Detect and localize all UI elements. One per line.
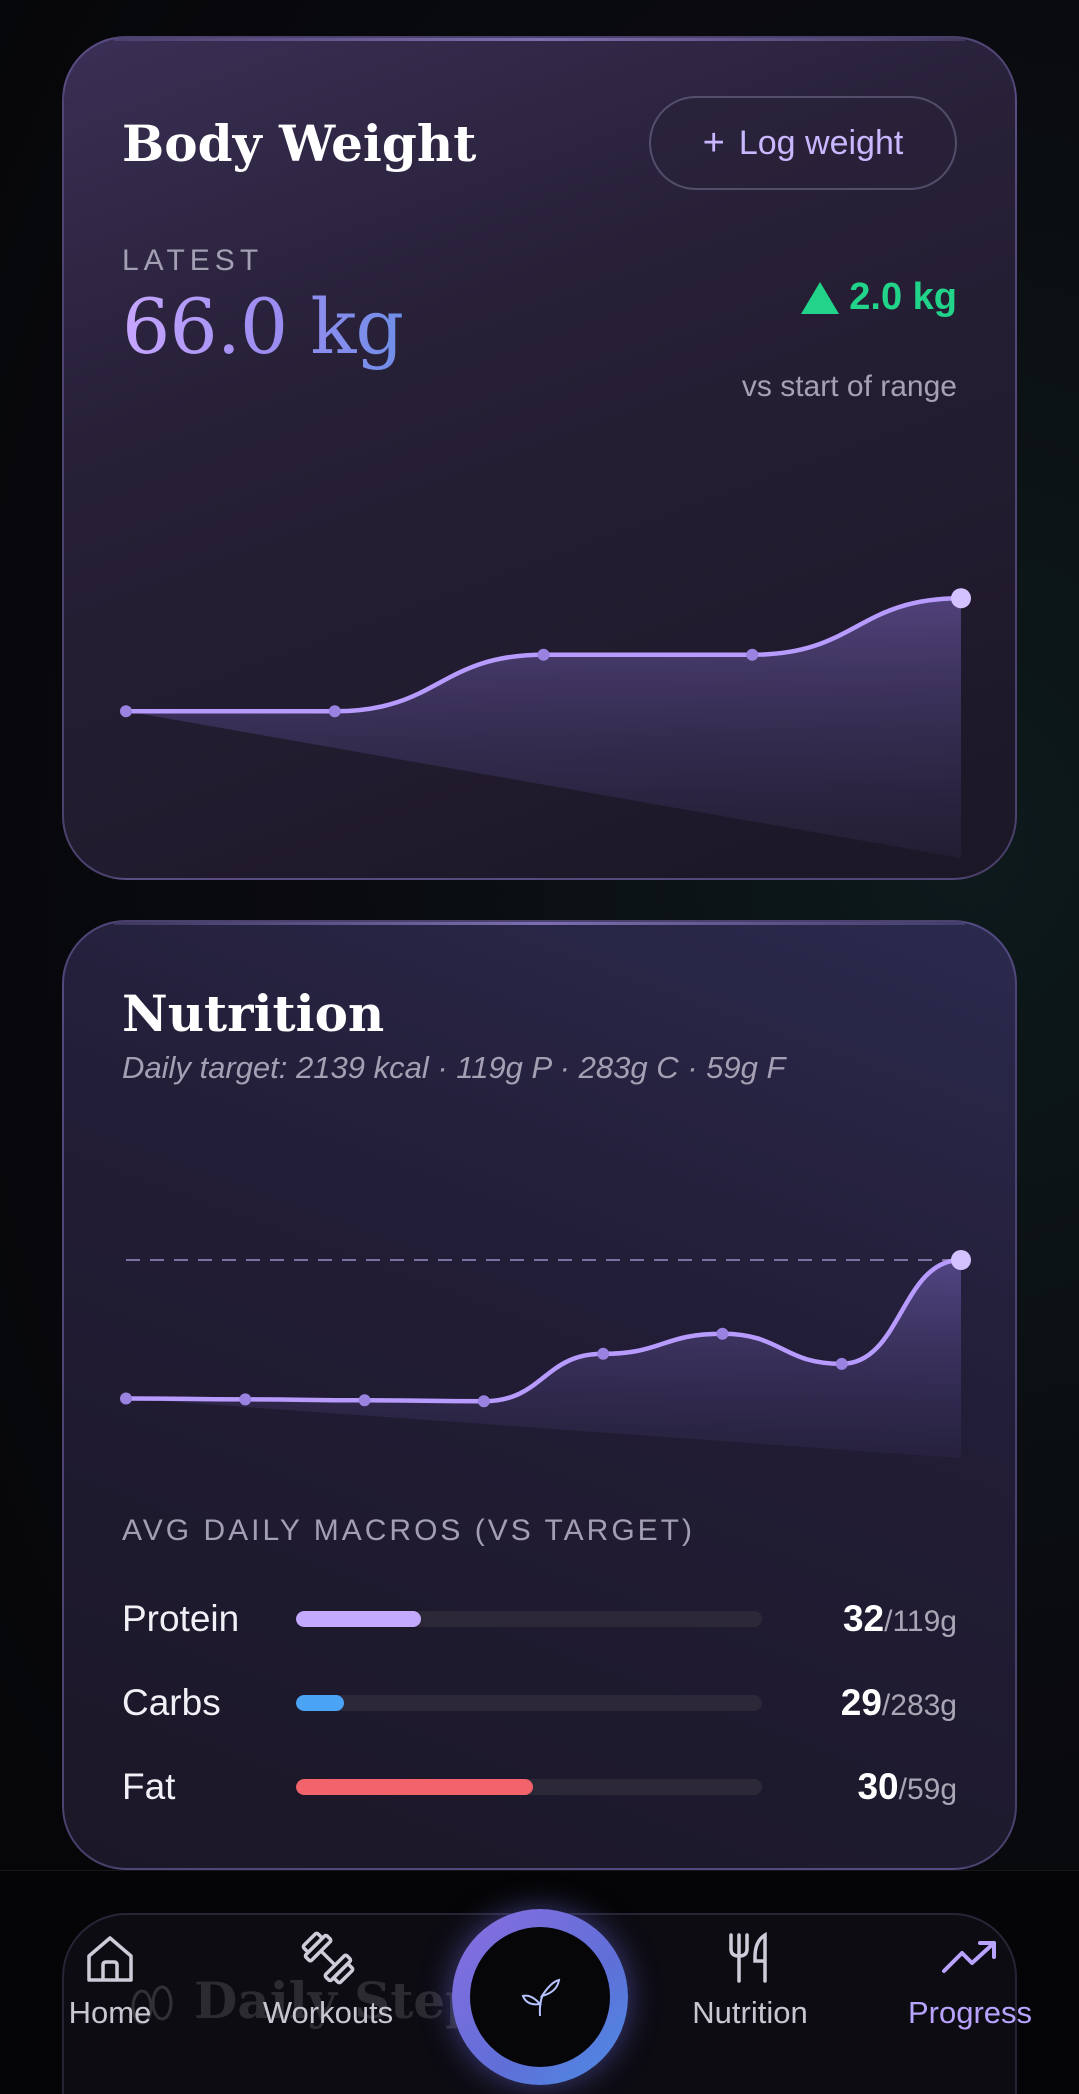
area-fill	[126, 1260, 961, 1458]
macro-fill-protein	[296, 1611, 422, 1627]
macro-value: 30/59g	[857, 1766, 957, 1807]
latest-weight-value: 66.0 kg	[122, 282, 404, 371]
nav-item-workouts[interactable]: Workouts	[228, 1929, 428, 2059]
nav-label: Progress	[907, 1995, 1033, 2030]
data-point	[358, 1394, 371, 1407]
plus-icon: +	[702, 122, 725, 164]
nav-label: Home	[68, 1995, 152, 2030]
macro-row-fat: Fat 30/59g	[122, 1762, 957, 1812]
data-point	[746, 648, 759, 661]
nav-item-home[interactable]: Home	[10, 1929, 210, 2059]
nutrition-title: Nutrition	[122, 984, 385, 1043]
macro-name: Protein	[122, 1598, 240, 1639]
data-point	[537, 648, 550, 661]
data-point	[120, 705, 132, 718]
macro-track	[296, 1779, 762, 1795]
data-point	[951, 1250, 971, 1270]
data-point	[477, 1395, 490, 1408]
nutrition-chart	[120, 1250, 971, 1458]
center-action-inner	[470, 1927, 610, 2067]
center-action-button[interactable]	[452, 1909, 628, 2085]
weight-chart	[120, 588, 971, 858]
triangle-up-icon	[801, 281, 840, 314]
macro-track	[296, 1611, 762, 1627]
trending-up-icon	[942, 1941, 996, 1973]
log-weight-button[interactable]: + Log weight	[649, 96, 957, 190]
weight-delta-caption: vs start of range	[741, 370, 957, 403]
sprout-icon	[521, 1978, 561, 2017]
body-weight-title: Body Weight	[122, 114, 477, 173]
data-point	[120, 1392, 132, 1405]
latest-label: LATEST	[122, 244, 264, 277]
weight-delta-value: 2.0 kg	[849, 276, 957, 318]
nutrition-card: Nutrition Daily target: 2139 kcal · 119g…	[62, 920, 1017, 1870]
macro-fill-carbs	[296, 1695, 344, 1711]
nav-item-progress[interactable]: Progress	[870, 1929, 1070, 2059]
data-point	[328, 705, 341, 718]
data-point	[835, 1357, 848, 1370]
data-point	[951, 588, 971, 609]
fork-knife-icon	[729, 1931, 767, 1983]
macro-value: 29/283g	[840, 1682, 957, 1723]
nav-label: Workouts	[262, 1995, 394, 2030]
nav-item-nutrition[interactable]: Nutrition	[650, 1929, 850, 2059]
data-point	[716, 1327, 729, 1340]
macro-fill-fat	[296, 1779, 533, 1795]
macro-name: Carbs	[122, 1682, 221, 1723]
macro-row-protein: Protein 32/119g	[122, 1594, 957, 1644]
macro-value: 32/119g	[842, 1598, 957, 1639]
nutrition-subtitle: Daily target: 2139 kcal · 119g P · 283g …	[122, 1050, 786, 1085]
macro-track	[296, 1695, 762, 1711]
data-point	[239, 1393, 252, 1406]
log-weight-label: Log weight	[738, 123, 904, 162]
bottom-navigation: Daily Steps Home Workouts Nutrition Prog…	[0, 1870, 1079, 2094]
weight-delta: 2.0 kg	[801, 276, 957, 319]
macro-name: Fat	[122, 1766, 176, 1807]
macro-row-carbs: Carbs 29/283g	[122, 1678, 957, 1728]
macros-label: AVG DAILY MACROS (VS TARGET)	[122, 1514, 695, 1547]
home-icon	[87, 1936, 133, 1982]
data-point	[597, 1347, 610, 1360]
body-weight-card: Body Weight + Log weight LATEST 66.0 kg …	[62, 36, 1017, 880]
nav-label: Nutrition	[692, 1995, 808, 2030]
dumbbell-icon	[301, 1931, 355, 1985]
